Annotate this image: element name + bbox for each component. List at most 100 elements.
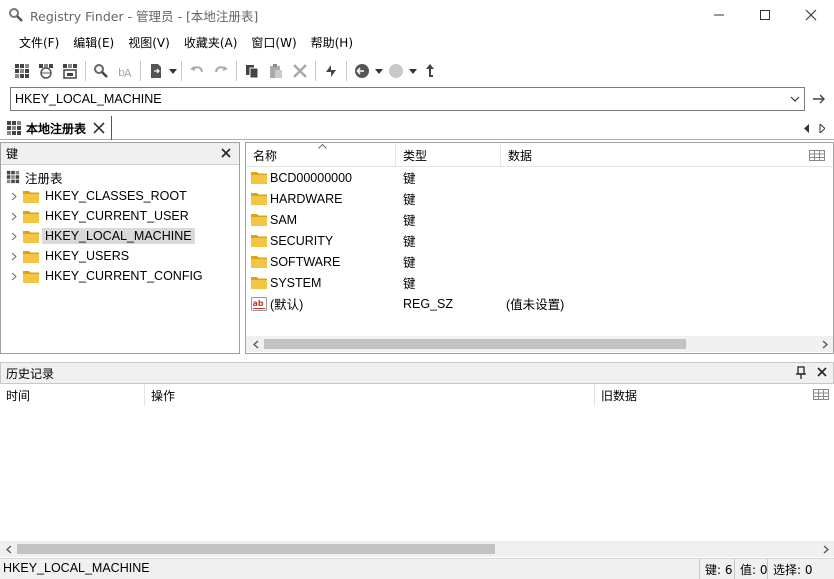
history-close-button[interactable]	[817, 367, 827, 377]
export-button[interactable]	[144, 59, 168, 83]
chevron-right-icon	[823, 545, 829, 553]
toolbar-separator	[140, 61, 141, 81]
scrollbar-thumb[interactable]	[264, 339, 686, 349]
menu-window[interactable]: 窗口(W)	[244, 32, 303, 54]
scroll-left-button[interactable]	[248, 336, 264, 352]
window-title: Registry Finder - 管理员 - [本地注册表]	[30, 8, 259, 24]
tree-expand-button[interactable]	[9, 251, 19, 261]
scroll-left-button[interactable]	[1, 541, 17, 557]
values-list-panel: 名称 类型 数据 BCD00000000 键 HARDWARE 键 SAM 键 …	[245, 142, 834, 354]
list-row[interactable]: BCD00000000 键	[246, 167, 833, 188]
scroll-right-button[interactable]	[817, 336, 833, 352]
tree-item-hkcr[interactable]: HKEY_CLASSES_ROOT	[9, 186, 190, 206]
back-button[interactable]	[350, 59, 374, 83]
tree-expand-button[interactable]	[9, 211, 19, 221]
list-row[interactable]: SYSTEM 键	[246, 272, 833, 293]
history-pin-button[interactable]	[795, 366, 807, 380]
tree-expand-button[interactable]	[9, 231, 19, 241]
menu-view[interactable]: 视图(V)	[121, 32, 177, 54]
tab-scroll-right-button[interactable]	[815, 120, 829, 136]
copy-button[interactable]	[240, 59, 264, 83]
menu-file[interactable]: 文件(F)	[12, 32, 66, 54]
column-header-time[interactable]: 时间	[0, 384, 145, 406]
delete-icon	[293, 64, 307, 78]
svg-text:ab: ab	[253, 299, 264, 308]
menu-favorites[interactable]: 收藏夹(A)	[177, 32, 245, 54]
sort-ascending-icon	[318, 144, 327, 149]
list-row[interactable]: ab (默认) REG_SZ (值未设置)	[246, 293, 833, 314]
chevron-left-icon	[6, 545, 12, 553]
list-horizontal-scrollbar[interactable]	[246, 336, 833, 352]
column-header-old-data[interactable]: 旧数据	[595, 384, 834, 406]
tree-expand-button[interactable]	[9, 191, 19, 201]
address-bar[interactable]	[10, 87, 805, 111]
address-input[interactable]	[15, 92, 785, 106]
tree-root-registry[interactable]: 注册表	[6, 168, 63, 186]
column-header-action[interactable]: 操作	[145, 384, 595, 406]
tab-close-button[interactable]	[93, 122, 105, 134]
tab-local-registry[interactable]: 本地注册表	[6, 116, 113, 140]
back-dropdown[interactable]	[374, 59, 384, 83]
list-row[interactable]: SOFTWARE 键	[246, 251, 833, 272]
list-row[interactable]: SECURITY 键	[246, 230, 833, 251]
history-column-headers: 时间 操作 旧数据	[0, 384, 834, 406]
scrollbar-thumb[interactable]	[17, 544, 495, 554]
delete-button[interactable]	[288, 59, 312, 83]
row-type: 键	[403, 256, 416, 270]
chevron-right-icon	[11, 212, 17, 220]
chevron-down-icon	[169, 68, 177, 74]
tree-item-hklm[interactable]: HKEY_LOCAL_MACHINE	[9, 226, 195, 246]
offline-registry-button[interactable]	[58, 59, 82, 83]
minimize-button[interactable]	[696, 0, 742, 30]
tree-root-label: 注册表	[25, 171, 63, 186]
folder-icon	[251, 256, 267, 268]
tree-item-hkcu[interactable]: HKEY_CURRENT_USER	[9, 206, 192, 226]
row-data: (值未设置)	[506, 298, 565, 312]
refresh-button[interactable]	[319, 59, 343, 83]
find-button[interactable]	[89, 59, 113, 83]
list-row[interactable]: SAM 键	[246, 209, 833, 230]
toolbar-separator	[181, 61, 182, 81]
column-header-name[interactable]: 名称	[246, 143, 396, 167]
column-header-label: 类型	[403, 148, 428, 163]
keys-panel-close-button[interactable]	[219, 146, 233, 160]
address-dropdown[interactable]	[788, 91, 802, 107]
pin-icon	[796, 366, 806, 379]
local-registry-button[interactable]	[10, 59, 34, 83]
tree-expand-button[interactable]	[9, 271, 19, 281]
chevron-down-icon	[409, 68, 417, 74]
row-name: SECURITY	[270, 233, 334, 248]
arrow-right-icon	[813, 94, 825, 104]
scroll-right-button[interactable]	[818, 541, 834, 557]
forward-button[interactable]	[384, 59, 408, 83]
close-window-button[interactable]	[788, 0, 834, 30]
export-dropdown[interactable]	[168, 59, 178, 83]
history-horizontal-scrollbar[interactable]	[0, 541, 834, 557]
redo-button[interactable]	[209, 59, 233, 83]
close-icon	[817, 367, 827, 377]
folder-icon	[251, 277, 267, 289]
go-up-button[interactable]	[418, 59, 442, 83]
forward-dropdown[interactable]	[408, 59, 418, 83]
tree-item-hkcc[interactable]: HKEY_CURRENT_CONFIG	[9, 266, 206, 286]
replace-button[interactable]: bA	[113, 59, 137, 83]
column-header-type[interactable]: 类型	[396, 143, 501, 167]
row-type: 键	[403, 214, 416, 228]
chevron-right-icon	[11, 232, 17, 240]
remote-registry-button[interactable]	[34, 59, 58, 83]
column-header-data[interactable]: 数据	[501, 143, 833, 167]
maximize-button[interactable]	[742, 0, 788, 30]
undo-button[interactable]	[185, 59, 209, 83]
list-row[interactable]: HARDWARE 键	[246, 188, 833, 209]
column-chooser-icon[interactable]	[809, 150, 825, 161]
folder-icon	[23, 210, 39, 223]
folder-icon	[251, 172, 267, 184]
paste-button[interactable]	[264, 59, 288, 83]
menu-help[interactable]: 帮助(H)	[304, 32, 360, 54]
column-chooser-icon[interactable]	[813, 389, 829, 400]
chevron-down-icon	[375, 68, 383, 74]
menu-edit[interactable]: 编辑(E)	[66, 32, 121, 54]
go-button[interactable]	[810, 90, 828, 108]
tree-item-hku[interactable]: HKEY_USERS	[9, 246, 132, 266]
tab-scroll-left-button[interactable]	[800, 120, 814, 136]
